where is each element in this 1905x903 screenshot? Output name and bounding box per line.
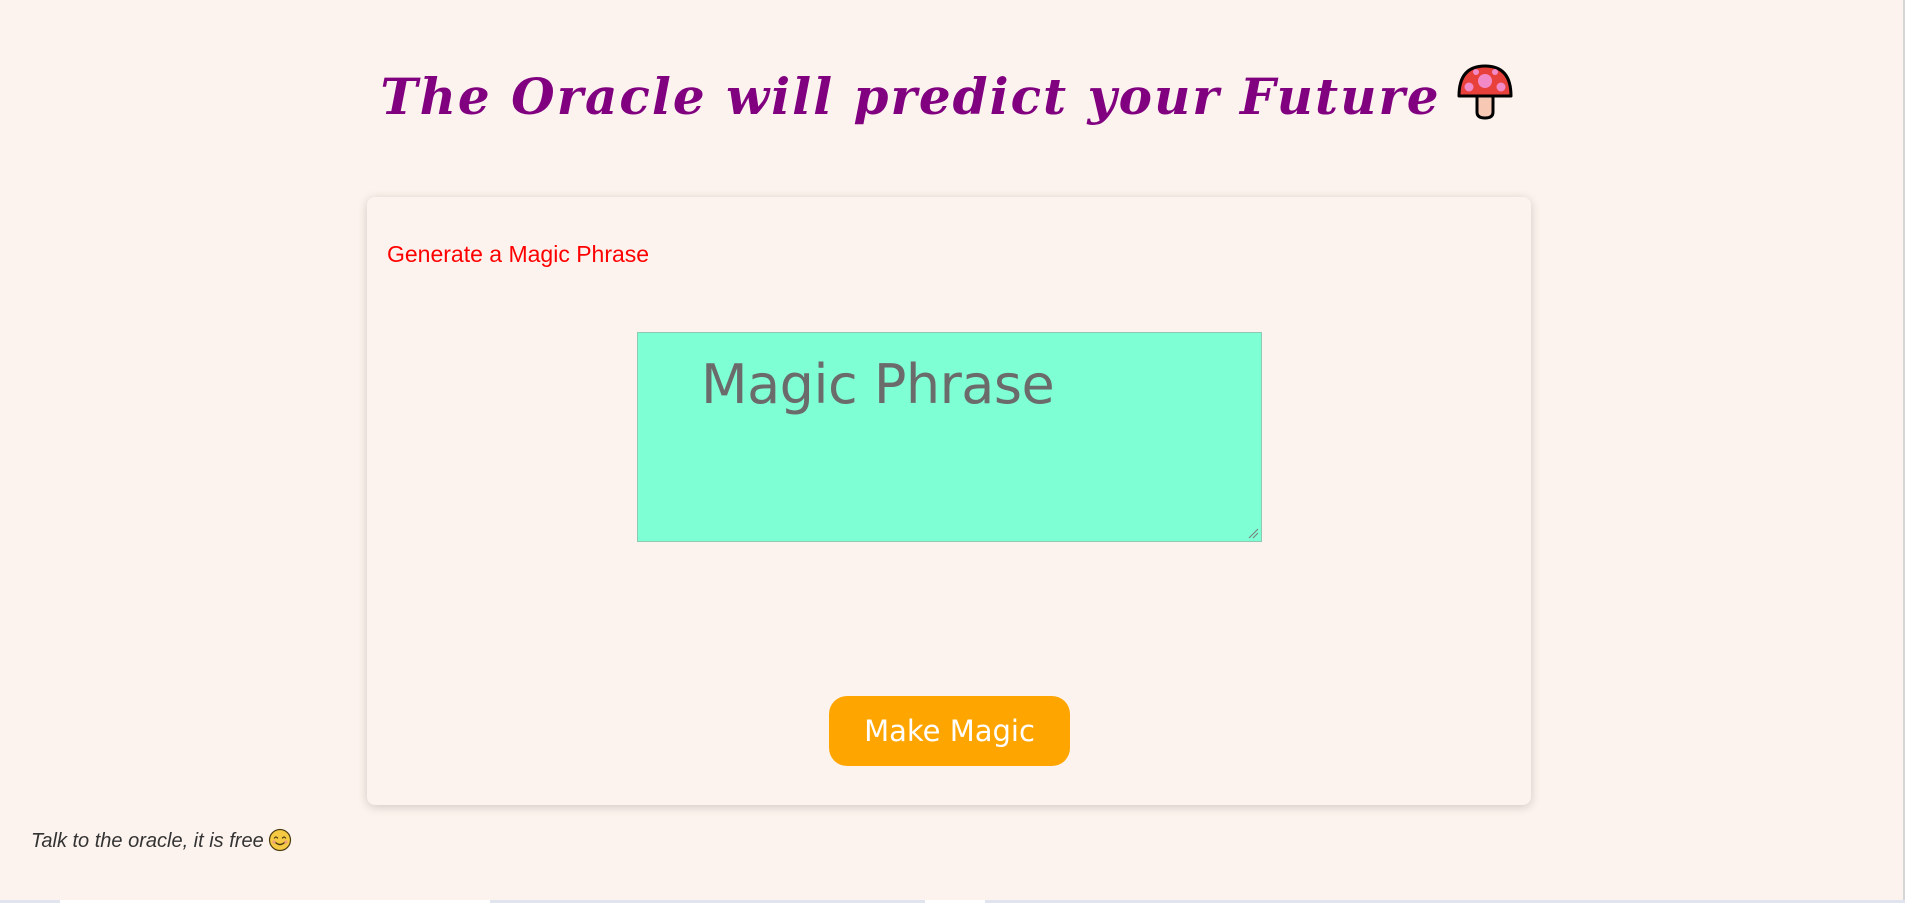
page-title: The Oracle will predict your Future xyxy=(0,62,1895,126)
smiling-face-icon xyxy=(268,828,291,852)
magic-card: Generate a Magic Phrase Magic Phrase Mak… xyxy=(367,197,1531,805)
card-heading: Generate a Magic Phrase xyxy=(387,241,650,267)
mushroom-icon xyxy=(1457,64,1513,120)
page-title-text: The Oracle will predict your Future xyxy=(380,67,1441,126)
footer-note-text: Talk to the oracle, it is free xyxy=(31,830,264,852)
magic-phrase-textarea[interactable]: Magic Phrase xyxy=(637,332,1262,542)
oracle-page: The Oracle will predict your Future Gene… xyxy=(0,0,1905,903)
magic-phrase-text: Magic Phrase xyxy=(701,353,1055,416)
footer-note: Talk to the oracle, it is free xyxy=(31,828,292,853)
make-magic-button[interactable]: Make Magic xyxy=(829,696,1070,766)
resize-handle-icon[interactable] xyxy=(1247,527,1259,539)
